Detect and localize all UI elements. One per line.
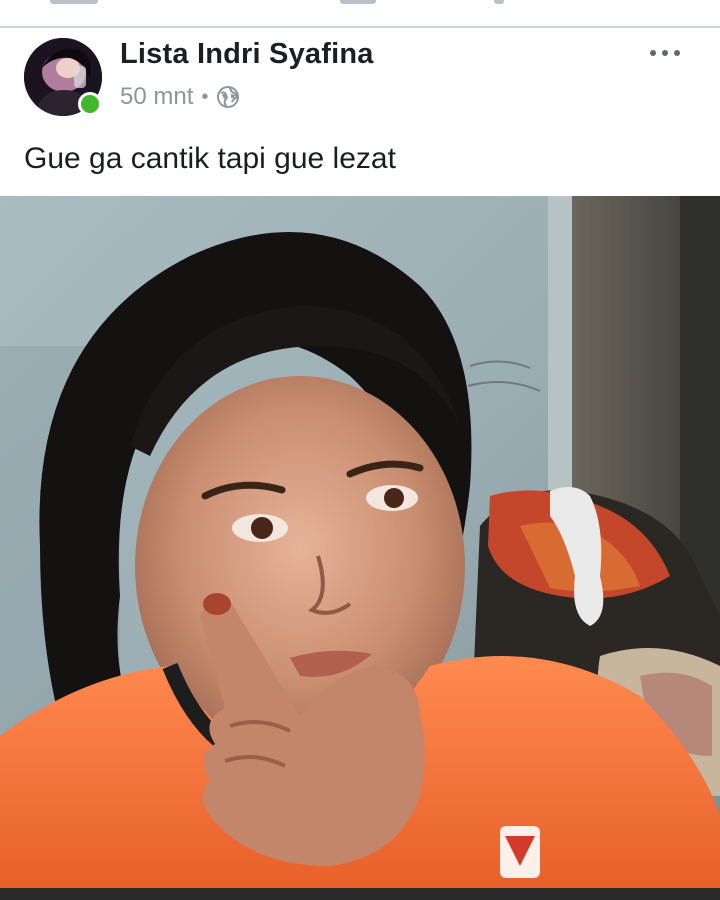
previous-post-edge <box>0 0 720 26</box>
post-photo[interactable] <box>0 196 720 888</box>
previous-post-icon-edge <box>50 0 98 4</box>
previous-post-icon-edge <box>494 0 504 4</box>
author-avatar[interactable] <box>24 38 104 118</box>
more-options-icon <box>674 50 680 56</box>
post-body-text: Gue ga cantik tapi gue lezat <box>24 142 396 175</box>
meta-separator: • <box>201 85 209 108</box>
post-divider <box>0 26 720 28</box>
selfie-photo <box>0 196 720 888</box>
bottom-edge <box>0 888 720 900</box>
more-options-button[interactable] <box>640 36 690 70</box>
online-status-indicator <box>78 92 102 116</box>
previous-post-icon-edge <box>340 0 376 4</box>
author-name-link[interactable]: Lista Indri Syafina <box>120 38 374 71</box>
more-options-icon <box>650 50 656 56</box>
feed-post-screen: Lista Indri Syafina 50 mnt • Gue ga cant… <box>0 0 720 900</box>
post-timestamp[interactable]: 50 mnt <box>120 83 193 111</box>
globe-icon <box>217 86 240 108</box>
post-meta: 50 mnt • <box>120 82 240 112</box>
more-options-icon <box>662 50 668 56</box>
